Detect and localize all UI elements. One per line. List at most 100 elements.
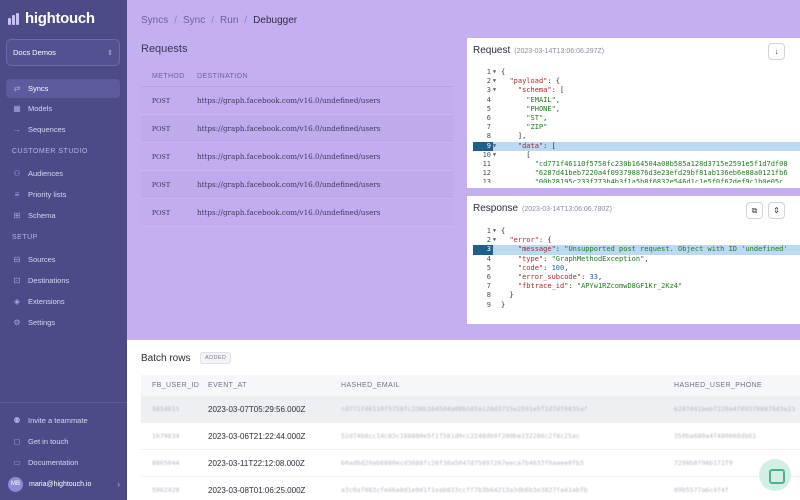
sidebar: hightouch Docs Demos ⇕ ⇄ Syncs ▦ Models … bbox=[0, 0, 127, 500]
hightouch-logo-icon bbox=[8, 12, 20, 25]
column-hashed-user-phone: HASHED_USER_PHONE bbox=[674, 382, 763, 389]
hashed-email: 52d74b8cc14c83c188880e5f1f581d0cc2248db9… bbox=[341, 432, 580, 440]
request-panel-header: Request (2023-03-14T13:06:06.297Z) bbox=[473, 45, 604, 56]
sidebar-item-label: Get in touch bbox=[28, 437, 69, 446]
table-row[interactable]: 1679834 2023-03-06T21:22:44.000Z 52d74b8… bbox=[141, 423, 800, 450]
user-menu[interactable]: MB maria@hightouch.io › bbox=[8, 475, 120, 493]
response-panel: Response (2023-03-14T13:06:06.780Z) ⧉ ⇕ … bbox=[467, 196, 800, 324]
section-customer-studio: CUSTOMER STUDIO bbox=[12, 148, 88, 155]
sources-icon: ⊟ bbox=[13, 255, 21, 264]
request-row[interactable]: POST https://graph.facebook.com/v16.0/un… bbox=[141, 171, 453, 199]
table-row[interactable]: 8865044 2023-03-11T22:12:08.000Z b0ad6d2… bbox=[141, 450, 800, 477]
requests-table: METHOD DESTINATION POST https://graph.fa… bbox=[141, 67, 453, 227]
workspace-name: Docs Demos bbox=[13, 48, 56, 57]
request-code-editor[interactable]: 1 ▼{ 2 ▼ "payload": { 3 ▼ "schema": [ 4 "EM… bbox=[473, 68, 800, 183]
fb-user-id: 1679834 bbox=[152, 432, 180, 440]
hashed-phone: 350ba680a4f480068db61 bbox=[674, 432, 757, 440]
breadcrumb-run[interactable]: Run bbox=[220, 15, 238, 26]
request-destination: https://graph.facebook.com/v16.0/undefin… bbox=[197, 208, 381, 217]
requests-table-header: METHOD DESTINATION bbox=[141, 67, 453, 87]
sequences-icon: → bbox=[13, 125, 21, 134]
request-row[interactable]: POST https://graph.facebook.com/v16.0/un… bbox=[141, 87, 453, 115]
request-destination: https://graph.facebook.com/v16.0/undefin… bbox=[197, 96, 381, 105]
expand-button[interactable]: ⇕ bbox=[768, 202, 785, 219]
main-content: Syncs / Sync / Run / Debugger Requests M… bbox=[127, 0, 800, 500]
hashed-email: b0ad6d29ab6880ecd3688fc28f38a5047d758972… bbox=[341, 459, 584, 467]
request-row[interactable]: POST https://graph.facebook.com/v16.0/un… bbox=[141, 143, 453, 171]
logo[interactable]: hightouch bbox=[8, 10, 95, 27]
batch-rows-title: Batch rows bbox=[141, 353, 191, 364]
sidebar-item-label: Destinations bbox=[28, 276, 70, 285]
sidebar-item-label: Invite a teammate bbox=[28, 416, 88, 425]
request-method: POST bbox=[152, 96, 171, 105]
request-row[interactable]: POST https://graph.facebook.com/v16.0/un… bbox=[141, 115, 453, 143]
fb-user-id: 5854615 bbox=[152, 405, 180, 413]
sidebar-item-label: Audiences bbox=[28, 169, 64, 178]
sidebar-item-sources[interactable]: ⊟ Sources bbox=[6, 250, 120, 269]
sidebar-item-settings[interactable]: ⚙ Settings bbox=[6, 313, 120, 332]
request-timestamp: (2023-03-14T13:06:06.297Z) bbox=[514, 48, 605, 55]
column-fb-user-id: FB_USER_ID bbox=[152, 382, 200, 389]
request-method: POST bbox=[152, 152, 171, 161]
breadcrumb-current: Debugger bbox=[253, 15, 298, 26]
copy-button[interactable]: ⧉ bbox=[746, 202, 763, 219]
request-destination: https://graph.facebook.com/v16.0/undefin… bbox=[197, 180, 381, 189]
debugger-area: Syncs / Sync / Run / Debugger Requests M… bbox=[127, 0, 800, 340]
response-panel-title: Response bbox=[473, 203, 519, 214]
table-row[interactable]: 5962429 2023-03-08T01:06:25.000Z a3c0af0… bbox=[141, 477, 800, 500]
chat-widget-button[interactable] bbox=[759, 459, 791, 491]
breadcrumb-syncs[interactable]: Syncs bbox=[141, 15, 168, 26]
app-name: hightouch bbox=[25, 10, 95, 27]
table-row[interactable]: 5854615 2023-03-07T05:29:56.000Z cd771f4… bbox=[141, 396, 800, 423]
sidebar-item-sequences[interactable]: → Sequences bbox=[6, 120, 120, 139]
batch-table-header: FB_USER_ID EVENT_AT HASHED_EMAIL HASHED_… bbox=[141, 375, 800, 396]
chevron-updown-icon: ⇕ bbox=[107, 49, 113, 57]
documentation-icon: ▭ bbox=[13, 458, 21, 467]
breadcrumb-sync[interactable]: Sync bbox=[183, 15, 205, 26]
models-icon: ▦ bbox=[13, 104, 21, 113]
response-panel-header: Response (2023-03-14T13:06:06.780Z) bbox=[473, 203, 612, 214]
priority-lists-icon: ≡ bbox=[14, 190, 20, 199]
chevron-right-icon: › bbox=[117, 479, 120, 489]
sidebar-item-syncs[interactable]: ⇄ Syncs bbox=[6, 79, 120, 98]
schema-icon: ⊞ bbox=[13, 211, 21, 220]
user-email: maria@hightouch.io bbox=[29, 480, 92, 488]
sidebar-item-get-in-touch[interactable]: ◻ Get in touch bbox=[6, 432, 120, 451]
added-badge: ADDED bbox=[200, 352, 232, 364]
requests-rows: POST https://graph.facebook.com/v16.0/un… bbox=[141, 87, 453, 227]
request-panel-title: Request bbox=[473, 45, 511, 56]
column-hashed-email: HASHED_EMAIL bbox=[341, 382, 400, 389]
audiences-icon: ⚇ bbox=[13, 169, 21, 178]
hashed-email: cd771f46110f5758fc230b164504a08b585a128d… bbox=[341, 405, 588, 413]
invite-icon: ⚉ bbox=[13, 416, 21, 425]
download-button[interactable]: ↓ bbox=[768, 43, 785, 60]
batch-rows-table: FB_USER_ID EVENT_AT HASHED_EMAIL HASHED_… bbox=[141, 375, 800, 500]
sidebar-item-extensions[interactable]: ◈ Extensions bbox=[6, 292, 120, 311]
request-method: POST bbox=[152, 180, 171, 189]
destinations-icon: ⊡ bbox=[13, 276, 21, 285]
section-setup: SETUP bbox=[12, 234, 38, 241]
sidebar-item-schema[interactable]: ⊞ Schema bbox=[6, 206, 120, 225]
sidebar-item-destinations[interactable]: ⊡ Destinations bbox=[6, 271, 120, 290]
extensions-icon: ◈ bbox=[13, 297, 21, 306]
sidebar-item-documentation[interactable]: ▭ Documentation bbox=[6, 453, 120, 472]
workspace-selector[interactable]: Docs Demos ⇕ bbox=[6, 39, 120, 66]
requests-title: Requests bbox=[141, 43, 188, 55]
sidebar-item-label: Sources bbox=[28, 255, 56, 264]
expand-icon: ⇕ bbox=[773, 206, 780, 215]
chat-icon: ◻ bbox=[13, 437, 21, 446]
sidebar-item-priority-lists[interactable]: ≡ Priority lists bbox=[6, 185, 120, 204]
request-row[interactable]: POST https://graph.facebook.com/v16.0/un… bbox=[141, 199, 453, 227]
sidebar-item-audiences[interactable]: ⚇ Audiences bbox=[6, 164, 120, 183]
sidebar-item-invite[interactable]: ⚉ Invite a teammate bbox=[6, 411, 120, 430]
event-at: 2023-03-07T05:29:56.000Z bbox=[208, 404, 306, 414]
sidebar-item-label: Extensions bbox=[28, 297, 65, 306]
breadcrumb-separator: / bbox=[211, 15, 215, 26]
syncs-icon: ⇄ bbox=[13, 84, 21, 93]
column-destination: DESTINATION bbox=[197, 73, 248, 80]
sidebar-item-label: Models bbox=[28, 104, 53, 113]
response-code-editor[interactable]: 1 ▼{ 2 ▼ "error": { 3 "message": "Unsuppor… bbox=[473, 227, 800, 317]
sidebar-item-models[interactable]: ▦ Models bbox=[6, 99, 120, 118]
request-destination: https://graph.facebook.com/v16.0/undefin… bbox=[197, 124, 381, 133]
event-at: 2023-03-11T22:12:08.000Z bbox=[208, 458, 305, 468]
